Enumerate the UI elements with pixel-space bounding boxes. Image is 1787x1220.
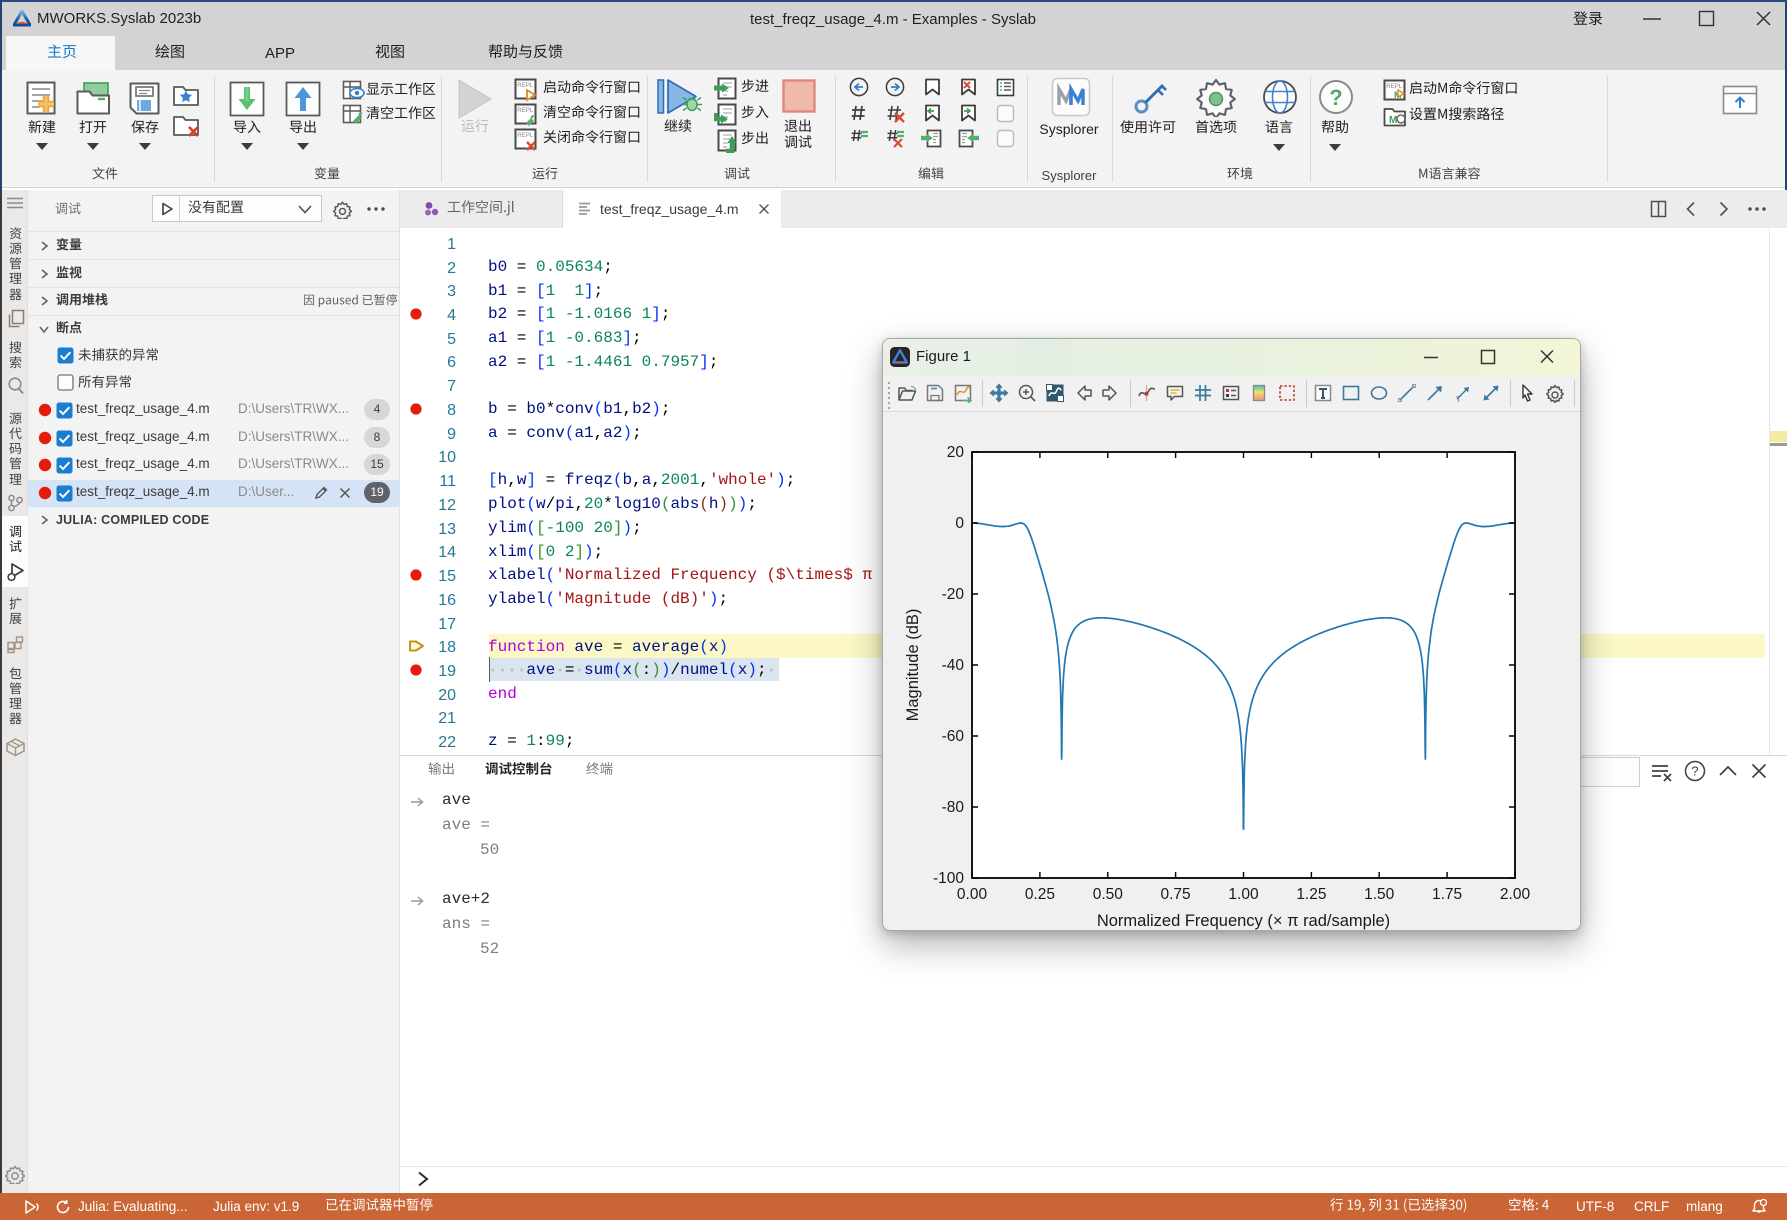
svg-text:2.00: 2.00 <box>1500 886 1531 903</box>
svg-text:REPL: REPL <box>517 107 534 114</box>
svg-text:?: ? <box>1691 764 1698 779</box>
svg-text:REPL: REPL <box>517 132 534 139</box>
svg-text:-40: -40 <box>942 657 965 674</box>
svg-text:M: M <box>1389 115 1397 126</box>
svg-text:-100: -100 <box>933 870 964 887</box>
svg-text:-80: -80 <box>942 799 965 816</box>
svg-text:REPL: REPL <box>517 82 534 89</box>
svg-text:Normalized Frequency (× π rad/: Normalized Frequency (× π rad/sample) <box>1097 912 1390 930</box>
svg-text:0.50: 0.50 <box>1093 886 1124 903</box>
svg-text:0: 0 <box>955 515 964 532</box>
svg-text:-60: -60 <box>942 728 965 745</box>
svg-text:-20: -20 <box>942 586 965 603</box>
svg-text:0.25: 0.25 <box>1025 886 1055 903</box>
svg-text:0.00: 0.00 <box>957 886 988 903</box>
svg-text:?: ? <box>1329 85 1342 110</box>
svg-text:T: T <box>1456 395 1461 404</box>
svg-text:20: 20 <box>947 444 965 461</box>
svg-text:Magnitude (dB): Magnitude (dB) <box>904 609 922 722</box>
svg-text:0.75: 0.75 <box>1161 886 1191 903</box>
svg-text:1.50: 1.50 <box>1364 886 1395 903</box>
svg-text:REPL: REPL <box>1386 83 1403 90</box>
svg-text:1.75: 1.75 <box>1432 886 1462 903</box>
svg-text:1.00: 1.00 <box>1228 886 1259 903</box>
svg-text:1.25: 1.25 <box>1296 886 1326 903</box>
